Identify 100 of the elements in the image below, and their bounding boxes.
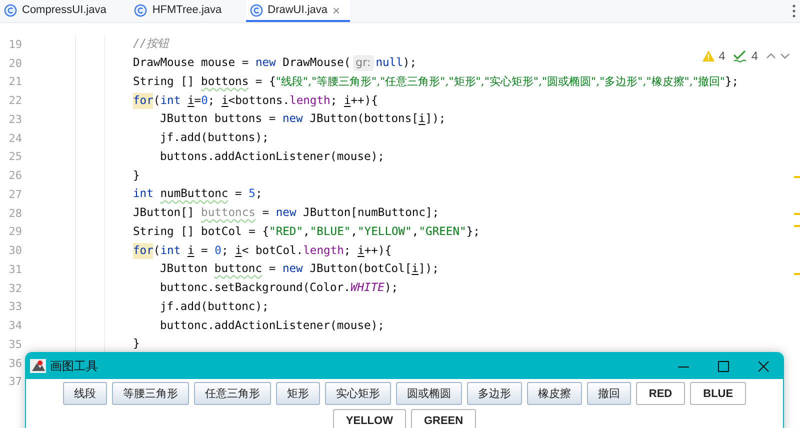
parameter-hint: gr: bbox=[352, 55, 374, 72]
code-token: i bbox=[187, 92, 194, 109]
code-token: jf.add(buttons); bbox=[160, 130, 269, 146]
chevron-down-icon[interactable] bbox=[780, 52, 790, 60]
class-icon bbox=[250, 4, 263, 16]
code-token: i bbox=[358, 242, 364, 259]
code-token: int bbox=[160, 242, 182, 259]
line-number: 36 bbox=[8, 356, 22, 370]
line-number: 25 bbox=[8, 150, 22, 164]
code-token: JButton(botCol[ bbox=[308, 261, 412, 278]
code-token: new bbox=[282, 261, 303, 278]
line-number: 19 bbox=[8, 38, 22, 51]
code-token: i bbox=[418, 111, 426, 128]
code-token: ; bbox=[344, 242, 352, 259]
code-token: } bbox=[133, 168, 140, 184]
tool-button[interactable]: 橡皮擦 bbox=[526, 382, 582, 405]
code-token: DrawMouse mouse = bbox=[133, 55, 250, 72]
code-token: String [] bbox=[133, 74, 196, 90]
code-token: JButton buttons = bbox=[160, 111, 277, 128]
code-token: "等腰三角形", bbox=[311, 74, 380, 90]
code-token: = bbox=[234, 186, 243, 202]
code-token: "矩形", bbox=[448, 74, 484, 90]
tool-button[interactable]: 任意三角形 bbox=[194, 382, 271, 405]
file-tab[interactable]: DrawUI.java × bbox=[246, 0, 350, 22]
code-token: buttons.addActionListener(mouse); bbox=[160, 148, 384, 165]
tool-button[interactable]: 等腰三角形 bbox=[112, 382, 189, 405]
code-token: buttonc.addActionListener(mouse); bbox=[160, 318, 384, 334]
code-token: JButton[numButtonc]; bbox=[302, 205, 440, 222]
code-token: }; bbox=[724, 74, 739, 90]
line-number: 37 bbox=[8, 375, 22, 388]
code-token: JButton[] bbox=[133, 205, 196, 222]
code-token: ++){ bbox=[350, 92, 378, 109]
code-token: null bbox=[376, 55, 403, 72]
code-token: "多边形", bbox=[600, 74, 646, 90]
line-number: 34 bbox=[8, 319, 22, 332]
code-token: new bbox=[282, 111, 303, 128]
code-token: new bbox=[276, 205, 296, 222]
color-button[interactable]: YELLOW bbox=[332, 409, 406, 428]
color-button[interactable]: RED bbox=[636, 382, 686, 405]
code-token: i bbox=[412, 261, 418, 278]
check-icon bbox=[733, 50, 748, 62]
code-token: ]); bbox=[425, 111, 446, 128]
code-token: 5 bbox=[248, 186, 256, 202]
code-token: 0 bbox=[214, 242, 222, 259]
code-token: new bbox=[255, 55, 276, 72]
line-number: 23 bbox=[8, 112, 22, 126]
code-token: = bbox=[194, 92, 202, 109]
code-token: "圆或椭圆", bbox=[542, 74, 600, 90]
line-number: 32 bbox=[8, 282, 22, 295]
code-token: , bbox=[303, 224, 310, 240]
code-token: = bbox=[268, 261, 277, 278]
maximize-icon[interactable] bbox=[718, 360, 728, 372]
tool-button[interactable]: 实心矩形 bbox=[324, 382, 391, 405]
code-token: < botCol. bbox=[242, 242, 304, 259]
code-token: int bbox=[133, 186, 154, 202]
code-token: for bbox=[133, 242, 154, 259]
code-token: "YELLOW" bbox=[357, 224, 412, 240]
tool-button[interactable]: 圆或椭圆 bbox=[396, 382, 462, 405]
color-button[interactable]: GREEN bbox=[410, 409, 476, 428]
code-token: "任意三角形", bbox=[380, 74, 449, 90]
code-token: ]); bbox=[418, 261, 439, 278]
tool-button[interactable]: 撤回 bbox=[586, 382, 631, 405]
line-number: 24 bbox=[8, 132, 22, 145]
code-token: JButton bbox=[160, 261, 209, 278]
code-token: ); bbox=[402, 55, 417, 72]
tool-button[interactable]: 线段 bbox=[62, 382, 107, 405]
code-token: buttonc bbox=[214, 261, 262, 278]
code-token: ( bbox=[153, 92, 160, 109]
code-token: } bbox=[133, 336, 140, 352]
warning-count: 4 bbox=[718, 49, 726, 63]
code-token: jf.add(buttonc); bbox=[160, 298, 269, 315]
color-button[interactable]: BLUE bbox=[690, 382, 746, 405]
code-token: String [] botCol = { bbox=[133, 224, 270, 240]
class-icon bbox=[134, 4, 148, 16]
line-number: 30 bbox=[8, 244, 22, 258]
code-token: i bbox=[187, 242, 194, 259]
chevron-up-icon[interactable] bbox=[766, 52, 776, 60]
code-token: length bbox=[303, 242, 344, 259]
file-tab[interactable]: HFMTree.java bbox=[130, 0, 232, 22]
line-number: 35 bbox=[8, 338, 22, 351]
tool-button[interactable]: 多边形 bbox=[466, 382, 522, 405]
code-token: //按钮 bbox=[133, 36, 169, 52]
line-number: 20 bbox=[8, 56, 22, 70]
code-token: int bbox=[160, 92, 182, 109]
code-token: ; bbox=[255, 186, 262, 202]
code-token: ; bbox=[221, 242, 230, 259]
more-icon[interactable] bbox=[792, 4, 796, 18]
code-token: ; bbox=[330, 92, 338, 109]
code-token: <bottons. bbox=[228, 92, 290, 109]
tool-button[interactable]: 矩形 bbox=[276, 382, 320, 405]
close-icon[interactable] bbox=[758, 360, 768, 372]
line-number: 22 bbox=[8, 94, 22, 108]
code-token: "橡皮擦", bbox=[646, 74, 693, 90]
file-tab[interactable]: CompressUI.java bbox=[0, 0, 116, 22]
code-token: DrawMouse( bbox=[282, 55, 351, 72]
line-number: 21 bbox=[8, 75, 22, 88]
code-token: WHITE bbox=[350, 280, 384, 296]
code-token: length bbox=[290, 92, 330, 109]
line-number: 28 bbox=[8, 206, 22, 220]
close-icon[interactable]: × bbox=[332, 2, 340, 18]
